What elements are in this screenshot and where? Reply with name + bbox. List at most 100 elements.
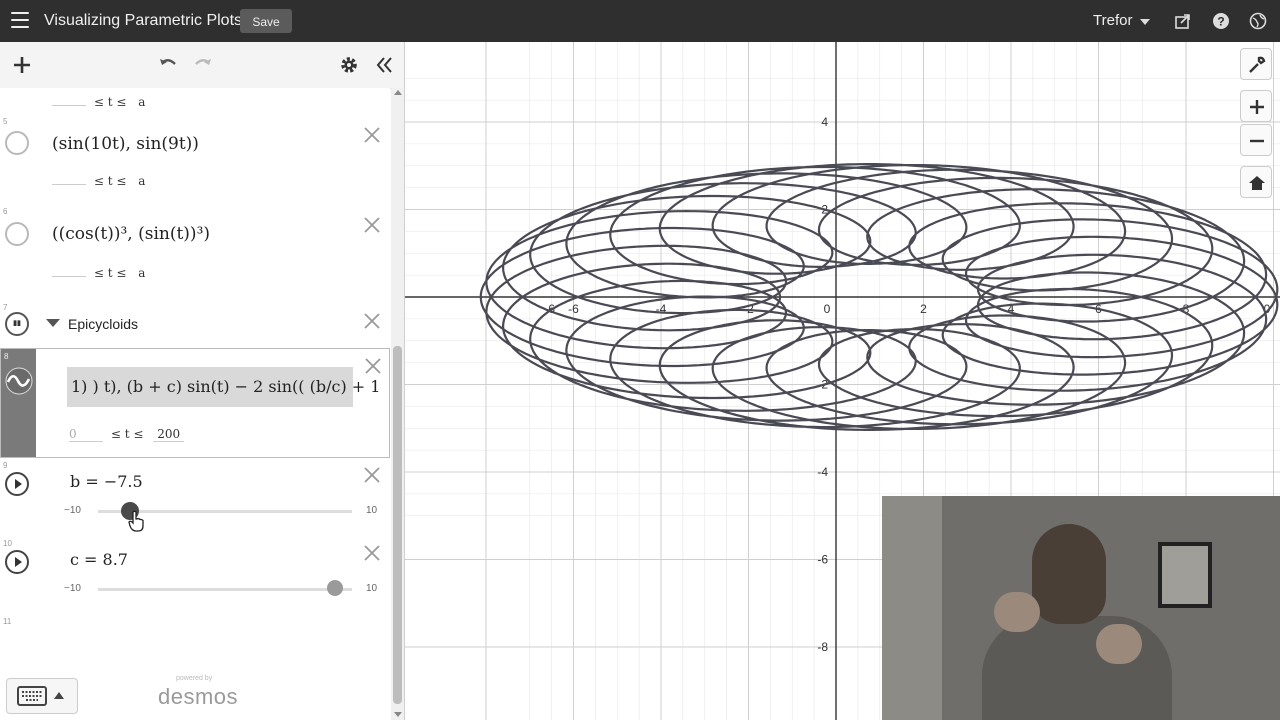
delete-item-icon[interactable] (363, 466, 381, 484)
slider-track[interactable] (98, 588, 352, 591)
range-lower-input[interactable]: 0 (69, 427, 103, 442)
folder-icon[interactable]: ▮▮ (5, 312, 29, 336)
minus-icon (1250, 139, 1264, 143)
y-tick-label: -4 (817, 465, 828, 479)
x-tick-label: 0 (824, 302, 831, 316)
graph-style-toggle-icon[interactable] (5, 222, 29, 246)
share-icon[interactable] (1174, 12, 1192, 30)
chevron-down-icon[interactable] (46, 319, 60, 327)
item-number: 8 (4, 352, 9, 361)
collapse-panel-icon[interactable] (373, 54, 395, 76)
desmos-logo[interactable]: desmos (158, 684, 238, 710)
slider-item-c[interactable]: 10 c = 8.7 −10 10 (0, 536, 390, 615)
range-operator: ≤ t ≤ (93, 174, 127, 188)
item-number: 9 (3, 461, 8, 470)
scroll-down-icon[interactable] (394, 712, 402, 717)
slider-max-label[interactable]: 10 (366, 583, 377, 594)
empty-expression-item[interactable]: 11 (0, 614, 390, 654)
undo-icon[interactable] (157, 54, 179, 76)
item-number: 11 (3, 617, 12, 626)
zoom-out-button[interactable] (1240, 124, 1272, 156)
play-icon[interactable] (5, 550, 29, 574)
range-upper-input[interactable]: a (138, 174, 145, 188)
play-icon[interactable] (5, 472, 29, 496)
graph-title[interactable]: Visualizing Parametric Plots (44, 12, 242, 30)
presenter-head (1032, 524, 1106, 624)
expression-text[interactable]: 1) ) t), (b + c) sin(t) − 2 sin(( (b/c) … (71, 377, 380, 396)
expression-text[interactable]: (sin(10t), sin(9t)) (52, 134, 199, 154)
range-upper-input[interactable]: 200 (153, 427, 185, 442)
header-bar: Visualizing Parametric Plots Save Trefor… (0, 0, 1280, 42)
range-operator: ≤ t ≤ (93, 95, 127, 109)
graph-style-toggle-icon[interactable] (5, 131, 29, 155)
x-tick-label: -4 (656, 302, 667, 316)
range-row: ≤ t ≤ a (52, 266, 145, 280)
parametric-wave-icon[interactable] (5, 367, 33, 395)
slider-max-label[interactable]: 10 (366, 505, 377, 516)
delete-item-icon[interactable] (363, 126, 381, 144)
keyboard-toggle-button[interactable] (6, 678, 78, 714)
expression-panel: ≤ t ≤ a 5 (sin(10t), sin(9t)) ≤ t ≤ a 6 … (0, 42, 405, 720)
scrollbar-thumb[interactable] (393, 346, 402, 704)
item-number: 10 (3, 539, 12, 548)
range-upper-input[interactable]: a (138, 95, 145, 109)
scroll-up-icon[interactable] (394, 90, 402, 95)
slider-min-label[interactable]: −10 (64, 505, 81, 516)
range-upper-input[interactable]: a (138, 266, 145, 280)
wrench-icon (1249, 56, 1266, 73)
range-lower-input[interactable] (52, 276, 86, 277)
chevron-down-icon[interactable] (1140, 19, 1150, 25)
delete-item-icon[interactable] (363, 312, 381, 330)
keyboard-icon (17, 686, 47, 706)
globe-icon[interactable] (1249, 12, 1267, 30)
video-background-door (882, 496, 942, 720)
help-icon[interactable]: ? (1212, 12, 1230, 30)
gear-icon[interactable] (338, 54, 360, 76)
slider-handle[interactable] (327, 580, 344, 596)
user-menu[interactable]: Trefor (1093, 12, 1132, 29)
folder-epicycloids[interactable]: 7 ▮▮ Epicycloids (0, 300, 390, 349)
expression-item-6[interactable]: 6 ((cos(t))³, (sin(t))³) ≤ t ≤ a (0, 204, 390, 301)
item-number: 5 (3, 117, 8, 126)
expression-item-partial[interactable]: ≤ t ≤ a (0, 88, 390, 115)
range-row: ≤ t ≤ a (52, 174, 145, 188)
svg-text:?: ? (1217, 15, 1224, 29)
slider-item-b[interactable]: 9 b = −7.5 −10 10 (0, 458, 390, 537)
folder-label[interactable]: Epicycloids (68, 316, 138, 332)
chevron-up-icon (54, 692, 64, 699)
range-operator: ≤ t ≤ (93, 266, 127, 280)
item-number: 7 (3, 303, 8, 312)
range-lower-input[interactable] (52, 105, 86, 106)
delete-item-icon[interactable] (364, 357, 382, 375)
expression-item-5[interactable]: 5 (sin(10t), sin(9t)) ≤ t ≤ a (0, 114, 390, 205)
home-icon (1249, 176, 1265, 190)
default-zoom-button[interactable] (1240, 166, 1272, 198)
x-tick-label: -6 (568, 302, 579, 316)
menu-icon[interactable] (11, 12, 29, 28)
save-button[interactable]: Save (240, 9, 292, 33)
y-tick-label: -8 (817, 640, 828, 654)
expression-text[interactable]: c = 8.7 (70, 550, 128, 569)
webcam-video-overlay (882, 496, 1280, 720)
range-lower-input[interactable] (52, 184, 86, 185)
range-row: 0 ≤ t ≤ 200 (69, 427, 185, 442)
expression-item-8[interactable]: 8 1) ) t), (b + c) sin(t) − 2 sin(( (b/c… (0, 348, 390, 458)
slider-min-label[interactable]: −10 (64, 583, 81, 594)
add-item-icon[interactable] (11, 54, 33, 76)
delete-item-icon[interactable] (363, 544, 381, 562)
plus-icon (1250, 100, 1264, 114)
zoom-in-button[interactable] (1240, 90, 1272, 122)
expression-text[interactable]: ((cos(t))³, (sin(t))³) (52, 224, 210, 244)
redo-icon[interactable] (192, 54, 214, 76)
item-number: 6 (3, 207, 8, 216)
active-item-indicator (1, 349, 36, 457)
expression-scrollbar[interactable] (391, 88, 404, 720)
delete-item-icon[interactable] (363, 216, 381, 234)
graph-settings-button[interactable] (1240, 48, 1272, 80)
powered-by-text: powered by (176, 675, 213, 682)
x-tick-label: 2 (920, 302, 927, 316)
expression-text[interactable]: b = −7.5 (70, 472, 143, 491)
presenter-hand (994, 592, 1040, 632)
y-tick-label: -6 (817, 553, 828, 567)
hand-cursor-icon (128, 510, 144, 532)
